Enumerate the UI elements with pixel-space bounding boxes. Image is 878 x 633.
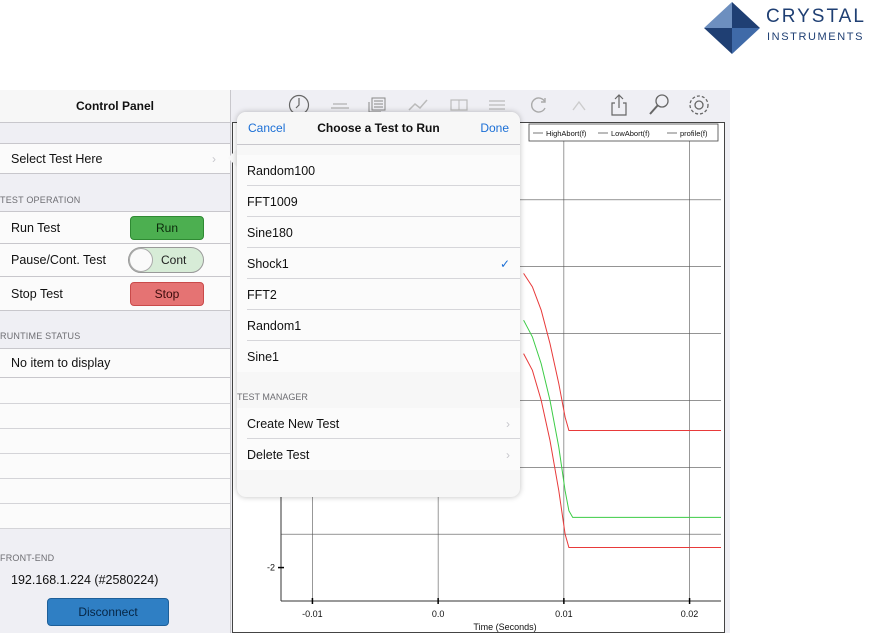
popover-arrow bbox=[228, 149, 237, 167]
x-tick-label: -0.01 bbox=[302, 609, 323, 619]
search-icon[interactable] bbox=[647, 93, 671, 117]
cursor-icon[interactable] bbox=[567, 93, 591, 117]
gear-icon[interactable] bbox=[687, 93, 711, 117]
stop-test-label: Stop Test bbox=[11, 286, 63, 301]
runtime-status-row: No item to display bbox=[0, 348, 230, 378]
test-item[interactable]: Sine180 bbox=[237, 217, 520, 248]
test-item-label: FFT2 bbox=[247, 287, 277, 302]
legend-label: HighAbort(f) bbox=[546, 129, 587, 138]
toggle-label: Cont bbox=[161, 253, 187, 267]
control-panel: Control Panel Select Test Here › TEST OP… bbox=[0, 90, 231, 633]
popover-header: Cancel Choose a Test to Run Done bbox=[237, 112, 520, 145]
test-item[interactable]: FFT2 bbox=[237, 279, 520, 310]
stop-button[interactable]: Stop bbox=[130, 282, 204, 306]
runtime-empty-row bbox=[0, 454, 230, 479]
x-tick-label: 0.01 bbox=[555, 609, 573, 619]
choose-test-popover: Cancel Choose a Test to Run Done Random1… bbox=[237, 112, 520, 497]
runtime-empty-row bbox=[0, 429, 230, 454]
select-test-row[interactable]: Select Test Here › bbox=[0, 143, 230, 174]
section-front-end: FRONT-END bbox=[0, 553, 55, 563]
test-item-label: Random100 bbox=[247, 163, 316, 178]
section-test-manager: TEST MANAGER bbox=[237, 392, 308, 402]
section-runtime-status: RUNTIME STATUS bbox=[0, 331, 81, 341]
series-line-profilef bbox=[523, 319, 721, 518]
logo-line2: INSTRUMENTS bbox=[767, 31, 865, 43]
chevron-right-icon: › bbox=[212, 151, 216, 166]
share-icon[interactable] bbox=[607, 93, 631, 117]
y-tick-label: -2 bbox=[267, 563, 275, 573]
runtime-empty-row bbox=[0, 378, 230, 404]
test-item-label: Shock1 bbox=[247, 256, 289, 271]
popover-title: Choose a Test to Run bbox=[317, 121, 440, 135]
runtime-empty-row bbox=[0, 404, 230, 429]
run-button[interactable]: Run bbox=[130, 216, 204, 240]
test-item[interactable]: FFT1009 bbox=[237, 186, 520, 217]
test-item-label: Sine180 bbox=[247, 225, 293, 240]
test-item-label: FFT1009 bbox=[247, 194, 298, 209]
manager-item-label: Create New Test bbox=[247, 416, 340, 431]
select-test-label: Select Test Here bbox=[11, 151, 103, 166]
toggle-knob bbox=[129, 248, 153, 272]
crystal-instruments-logo: CRYSTAL INSTRUMENTS bbox=[704, 2, 874, 54]
series-line-highabortf bbox=[523, 273, 721, 431]
checkmark-icon: ✓ bbox=[499, 256, 510, 271]
pause-test-row: Pause/Cont. Test Cont bbox=[0, 244, 230, 277]
runtime-empty-row bbox=[0, 504, 230, 529]
create-new-test-item[interactable]: Create New Test › bbox=[237, 408, 520, 439]
refresh-icon[interactable] bbox=[527, 93, 551, 117]
run-test-label: Run Test bbox=[11, 220, 61, 235]
test-item[interactable]: Shock1 ✓ bbox=[237, 248, 520, 279]
chevron-right-icon: › bbox=[506, 416, 510, 431]
done-button[interactable]: Done bbox=[480, 121, 509, 135]
panel-title: Control Panel bbox=[0, 90, 230, 123]
test-item-label: Sine1 bbox=[247, 349, 279, 364]
series-line-lowabortf bbox=[523, 353, 721, 548]
pause-test-label: Pause/Cont. Test bbox=[11, 253, 106, 267]
test-item[interactable]: Sine1 bbox=[237, 341, 520, 372]
test-item[interactable]: Random100 bbox=[237, 155, 520, 186]
stop-test-row: Stop Test Stop bbox=[0, 277, 230, 311]
logo-diamond-icon bbox=[704, 2, 760, 54]
runtime-empty-text: No item to display bbox=[11, 356, 111, 370]
test-item-label: Random1 bbox=[247, 318, 302, 333]
x-tick-label: 0.0 bbox=[432, 609, 445, 619]
run-test-row: Run Test Run bbox=[0, 211, 230, 244]
pause-continue-toggle[interactable]: Cont bbox=[128, 247, 204, 273]
delete-test-item[interactable]: Delete Test › bbox=[237, 439, 520, 470]
manager-item-label: Delete Test bbox=[247, 447, 310, 462]
logo-line1: CRYSTAL bbox=[766, 6, 866, 27]
disconnect-button[interactable]: Disconnect bbox=[47, 598, 169, 626]
section-test-operation: TEST OPERATION bbox=[0, 195, 81, 205]
legend-label: LowAbort(f) bbox=[611, 129, 650, 138]
x-tick-label: 0.02 bbox=[681, 609, 699, 619]
ip-address: 192.168.1.224 (#2580224) bbox=[11, 573, 159, 587]
ipad-screen: Control Panel Select Test Here › TEST OP… bbox=[0, 90, 730, 633]
x-axis-label: Time (Seconds) bbox=[473, 622, 536, 632]
test-item[interactable]: Random1 bbox=[237, 310, 520, 341]
chevron-right-icon: › bbox=[506, 447, 510, 462]
runtime-empty-row bbox=[0, 479, 230, 504]
legend-label: profile(f) bbox=[680, 129, 708, 138]
